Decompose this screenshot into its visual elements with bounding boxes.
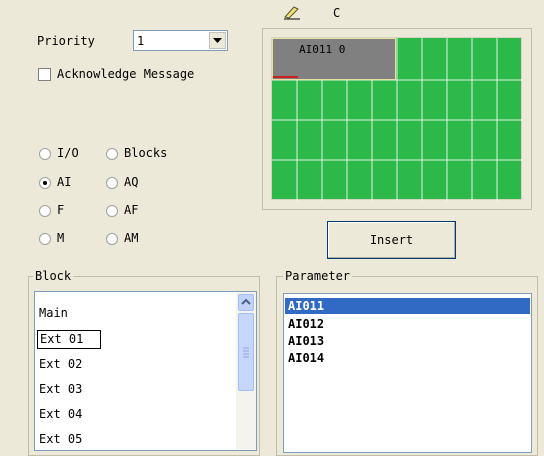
c-label: C (333, 6, 341, 20)
parameter-group-title: Parameter (283, 269, 353, 283)
grid-red-marker (273, 76, 298, 78)
radio-m[interactable] (39, 233, 51, 245)
radio-ai[interactable] (39, 177, 51, 189)
block-item-ext02[interactable]: Ext 02 (39, 357, 82, 371)
block-listbox[interactable]: Main Ext 01 Ext 02 Ext 03 Ext 04 Ext 05 (34, 291, 257, 451)
radio-io-label: I/O (57, 146, 79, 160)
pencil-icon[interactable] (282, 4, 302, 20)
chevron-up-icon (241, 298, 251, 305)
radio-am-label: AM (124, 231, 139, 245)
priority-label: Priority (37, 34, 95, 48)
radio-am[interactable] (106, 233, 118, 245)
block-item-ext01[interactable]: Ext 01 (37, 330, 101, 349)
radio-af-label: AF (124, 203, 139, 217)
block-item-ext04[interactable]: Ext 04 (39, 407, 82, 421)
radio-ai-label: AI (57, 175, 72, 189)
parameter-item-ai013[interactable]: AI013 (288, 334, 324, 348)
grid-selected-block[interactable]: AI011 0 (272, 38, 396, 80)
radio-f[interactable] (39, 205, 51, 217)
radio-blocks[interactable] (106, 148, 118, 160)
scroll-up-button[interactable] (238, 294, 254, 311)
priority-select[interactable]: 1 (133, 30, 228, 51)
grip-icon (243, 347, 249, 358)
radio-f-label: F (57, 203, 65, 217)
grid-selected-block-label: AI011 0 (299, 43, 346, 56)
parameter-listbox[interactable]: AI011 AI012 AI013 AI014 (283, 293, 532, 453)
parameter-item-ai014[interactable]: AI014 (288, 351, 324, 365)
radio-m-label: M (57, 231, 65, 245)
block-item-ext03[interactable]: Ext 03 (39, 382, 82, 396)
radio-blocks-label: Blocks (124, 146, 168, 160)
parameter-item-ai011[interactable]: AI011 (288, 299, 324, 313)
acknowledge-checkbox[interactable] (38, 68, 51, 81)
block-scrollbar[interactable] (236, 292, 256, 450)
radio-io[interactable] (39, 148, 51, 160)
block-item-main[interactable]: Main (39, 306, 68, 320)
block-item-ext05[interactable]: Ext 05 (39, 432, 82, 446)
radio-aq[interactable] (106, 177, 118, 189)
radio-aq-label: AQ (124, 175, 139, 189)
chevron-down-icon[interactable] (209, 32, 226, 49)
acknowledge-label: Acknowledge Message (57, 67, 195, 81)
block-group-title: Block (33, 269, 74, 283)
radio-af[interactable] (106, 205, 118, 217)
parameter-item-ai012[interactable]: AI012 (288, 317, 324, 331)
insert-button[interactable]: Insert (327, 221, 456, 259)
scroll-thumb[interactable] (238, 313, 254, 391)
priority-value: 1 (137, 34, 145, 48)
